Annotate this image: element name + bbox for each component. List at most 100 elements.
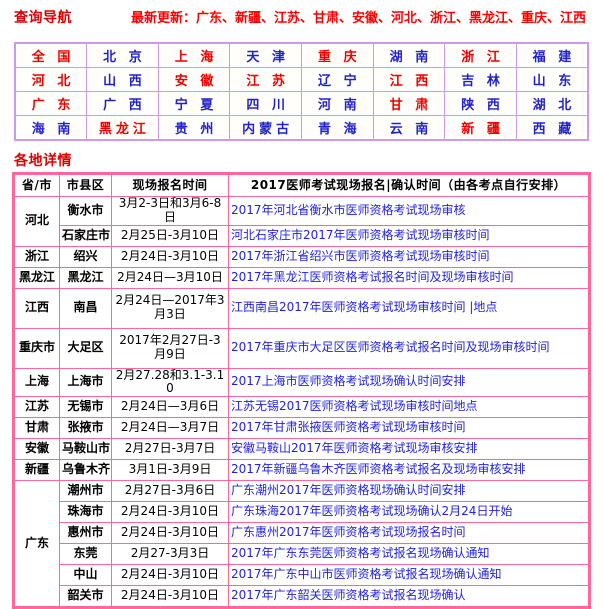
exam-details-table: 省/市 市县区 现场报名时间 2017医师考试现场报名|确认时间（由各考点自行安… (12, 172, 591, 609)
cell-province: 黑龙江 (13, 266, 60, 289)
province-nav-cell[interactable]: 全 国 (14, 42, 88, 68)
province-nav-cell[interactable]: 四 川 (229, 91, 302, 116)
table-row: 河北 衡水市 3月2-3日和3月6-8日 2017年河北省衡水市医师资格考试现场审核 (13, 196, 590, 247)
cell-province: 江苏 (13, 396, 60, 419)
province-nav-cell[interactable]: 湖 南 (372, 42, 446, 68)
query-navigation-title: 查询导航 (14, 10, 72, 26)
province-nav-cell[interactable]: 海 南 (14, 115, 88, 141)
column-header-registration-time: 现场报名时间 (111, 173, 229, 197)
cell-announcement-link[interactable]: 2017年重庆市大足区医师资格考试报名时间及现场审核时间 (228, 327, 590, 369)
cell-announcement-link[interactable]: 江苏无锡2017医师资格考试现场审核时间地点 (228, 396, 590, 419)
province-nav-cell[interactable]: 浙 江 (444, 42, 517, 68)
province-navigation-grid: 全 国北 京上 海天 津重 庆湖 南浙 江福 建河 北山 西安 徽江 苏辽 宁江… (14, 42, 589, 141)
cell-announcement-link[interactable]: 河北石家庄市2017年医师资格考试现场审核时间 (228, 224, 590, 247)
cell-announcement-link[interactable]: 2017年浙江省绍兴市医师资格考试现场审核时间 (228, 245, 590, 268)
cell-city: 张掖市 (59, 417, 112, 440)
province-nav-cell[interactable]: 黑龙江 (86, 115, 159, 141)
province-nav-cell[interactable]: 天 津 (229, 42, 302, 68)
cell-registration-time: 2月27日-3月7日 (111, 438, 229, 461)
table-row: 安徽 马鞍山市 2月27日-3月7日 安徽马鞍山2017年医师资格考试现场审核安排 (13, 438, 590, 461)
table-row: 江苏 无锡市 2月24日—3月6日 江苏无锡2017医师资格考试现场审核时间地点 (13, 396, 590, 419)
province-nav-cell[interactable]: 河 北 (14, 67, 88, 92)
province-nav-cell[interactable]: 山 西 (86, 67, 159, 92)
cell-city: 惠州市 (59, 522, 112, 545)
table-header: 省/市 市县区 现场报名时间 2017医师考试现场报名|确认时间（由各考点自行安… (13, 173, 590, 197)
cell-registration-time: 2月24日—3月7日 (111, 417, 229, 440)
cell-city: 中山 (59, 564, 112, 587)
cell-registration-time: 2月24日—3月10日 (111, 266, 229, 289)
province-nav-cell[interactable]: 吉 林 (444, 67, 517, 92)
province-nav-cell[interactable]: 新 疆 (444, 115, 517, 141)
cell-announcement-link[interactable]: 安徽马鞍山2017年医师资格考试现场审核安排 (228, 438, 590, 461)
province-nav-cell[interactable]: 上 海 (157, 42, 231, 68)
cell-registration-time: 2月24日—2017年3月3日 (111, 287, 229, 329)
cell-city: 无锡市 (59, 396, 112, 419)
cell-announcement-link[interactable]: 2017年广东韶关医师资格考试报名现场确认 (228, 585, 590, 609)
cell-city: 潮州市 (59, 480, 112, 503)
cell-announcement-link[interactable]: 2017上海市医师资格考试现场确认时间安排 (228, 367, 590, 398)
table-row: 广东 潮州市 2月27日-3月6日 广东潮州2017年医师资格现场确认时间安排 (13, 480, 590, 609)
province-nav-cell[interactable]: 甘 肃 (372, 91, 446, 116)
cell-announcement-link[interactable]: 2017年甘肃张掖医师资格考试现场审核时间 (228, 417, 590, 440)
cell-province: 安徽 (13, 438, 60, 461)
table-body: 河北 衡水市 3月2-3日和3月6-8日 2017年河北省衡水市医师资格考试现场审核石… (13, 196, 590, 609)
province-nav-cell[interactable]: 宁 夏 (157, 91, 231, 116)
cell-announcement-link[interactable]: 2017年黑龙江医师资格考试报名时间及现场审核时间 (228, 266, 590, 289)
cell-province: 甘肃 (13, 417, 60, 440)
cell-registration-time: 2月27.28和3.1-3.10 (111, 367, 229, 398)
cell-registration-time: 2月24日—3月6日 (111, 396, 229, 419)
cell-announcement-link[interactable]: 2017年广东东莞医师资格考试报名现场确认通知 (228, 543, 590, 566)
province-nav-cell[interactable]: 江 西 (372, 67, 446, 92)
province-nav-row: 广 东广 西宁 夏四 川河 南甘 肃陕 西湖 北 (14, 91, 589, 116)
province-nav-cell[interactable]: 湖 北 (515, 91, 589, 116)
cell-province: 广东 (13, 480, 60, 609)
table-row: 浙江 绍兴 2月24日-3月10日 2017年浙江省绍兴市医师资格考试现场审核时间 (13, 245, 590, 268)
cell-registration-time: 2月24日-3月10日 (111, 501, 229, 524)
cell-announcement-link[interactable]: 2017年新疆乌鲁木齐医师资格考试报名及现场审核安排 (228, 459, 590, 482)
cell-city: 石家庄市 (59, 224, 112, 247)
cell-city: 大足区 (59, 327, 112, 369)
province-nav-cell[interactable]: 青 海 (301, 115, 374, 141)
cell-announcement-link[interactable]: 2017年广东中山市医师资格考试报名现场确认通知 (228, 564, 590, 587)
province-nav-row: 全 国北 京上 海天 津重 庆湖 南浙 江福 建 (14, 42, 589, 68)
province-nav-cell[interactable]: 内蒙古 (229, 115, 302, 141)
province-nav-cell[interactable]: 福 建 (515, 42, 589, 68)
cell-announcement-link[interactable]: 广东潮州2017年医师资格现场确认时间安排 (228, 480, 590, 503)
province-nav-cell[interactable]: 重 庆 (301, 42, 374, 68)
cell-registration-time: 2月24日-3月10日 (111, 245, 229, 268)
cell-province: 河北 (13, 196, 60, 247)
cell-announcement-link[interactable]: 广东珠海2017年医师资格考试现场确认2月24日开始 (228, 501, 590, 524)
province-navigation-body: 全 国北 京上 海天 津重 庆湖 南浙 江福 建河 北山 西安 徽江 苏辽 宁江… (14, 42, 589, 141)
table-row: 惠州市 2月24日-3月10日 广东惠州2017年医师资格考试现场报名时间 (14, 522, 590, 545)
province-nav-cell[interactable]: 北 京 (86, 42, 159, 68)
cell-registration-time: 2月24日-3月10日 (111, 564, 229, 587)
province-nav-cell[interactable]: 贵 州 (157, 115, 231, 141)
cell-announcement-link[interactable]: 广东惠州2017年医师资格考试现场报名时间 (228, 522, 590, 545)
cell-registration-time: 3月1日-3月9日 (111, 459, 229, 482)
province-nav-cell[interactable]: 江 苏 (229, 67, 302, 92)
province-nav-cell[interactable]: 安 徽 (157, 67, 231, 92)
province-nav-cell[interactable]: 云 南 (372, 115, 446, 141)
province-nav-row: 海 南黑龙江贵 州内蒙古青 海云 南新 疆西 藏 (14, 115, 589, 141)
cell-province: 上海 (13, 367, 60, 398)
province-nav-cell[interactable]: 辽 宁 (301, 67, 374, 92)
cell-announcement-link[interactable]: 2017年河北省衡水市医师资格考试现场审核 (228, 196, 590, 226)
cell-city: 乌鲁木齐 (59, 459, 112, 482)
table-row: 东莞 2月27-3月3日 2017年广东东莞医师资格考试报名现场确认通知 (14, 543, 590, 566)
province-nav-cell[interactable]: 山 东 (515, 67, 589, 92)
province-nav-cell[interactable]: 西 藏 (515, 115, 589, 141)
cell-province: 重庆市 (13, 327, 60, 369)
cell-city: 上海市 (59, 367, 112, 398)
cell-province: 浙江 (13, 245, 60, 268)
cell-city: 马鞍山市 (59, 438, 112, 461)
province-nav-cell[interactable]: 陕 西 (444, 91, 517, 116)
cell-announcement-link[interactable]: 江西南昌2017年医师资格考试现场审核时间 |地点 (228, 287, 590, 329)
cell-registration-time: 2017年2月27日-3月9日 (111, 327, 229, 369)
province-nav-row: 河 北山 西安 徽江 苏辽 宁江 西吉 林山 东 (14, 67, 589, 92)
page-header: 查询导航 最新更新：广东、新疆、江苏、甘肃、安徽、河北、浙江、黑龙江、重庆、江西 (0, 0, 603, 32)
province-nav-cell[interactable]: 河 南 (301, 91, 374, 116)
province-nav-cell[interactable]: 广 东 (14, 91, 88, 116)
cell-city: 东莞 (59, 543, 112, 566)
province-nav-cell[interactable]: 广 西 (86, 91, 159, 116)
cell-registration-time: 2月27-3月3日 (111, 543, 229, 566)
